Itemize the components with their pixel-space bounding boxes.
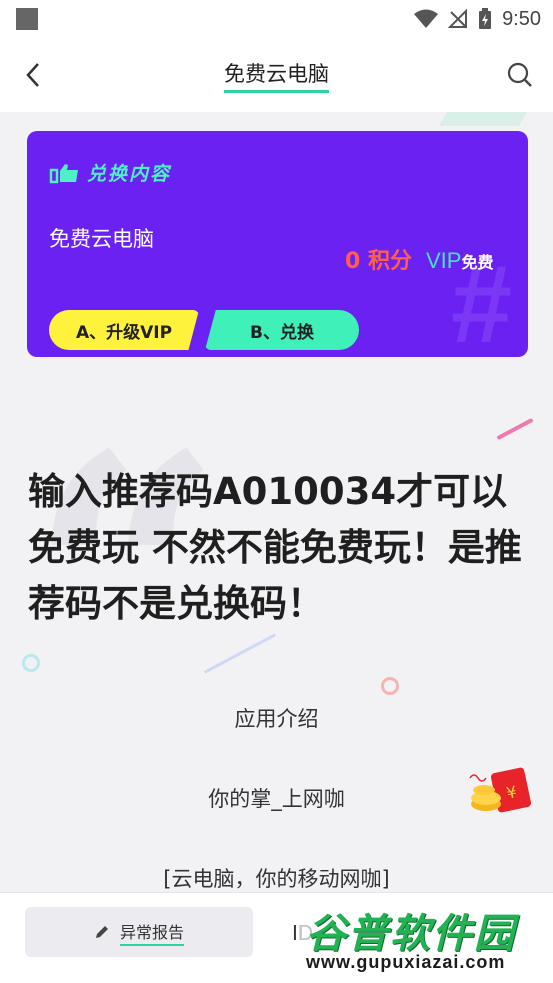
report-button[interactable]: 异常报告	[25, 907, 253, 957]
intro-title: 应用介绍	[234, 707, 319, 731]
card-points: 0 积分 VIP 免费	[345, 243, 493, 275]
watermark-url: www.gupuxiazai.com	[306, 952, 506, 972]
page-title: 免费云电脑	[0, 58, 553, 93]
square-indicator-icon	[16, 8, 38, 30]
main-content[interactable]: # 兑换内容 免费云电脑 0 积分 VIP 免费 A、升级VIP B、兑换 “ …	[0, 112, 553, 892]
red-envelope-icon: ¥	[469, 767, 532, 813]
watermark-brand: 谷普软件园	[306, 911, 516, 957]
decorative-stripe	[438, 112, 528, 126]
points-value: 0 积分	[345, 249, 412, 274]
wifi-icon	[414, 9, 439, 28]
status-icons: 9:50	[414, 6, 541, 32]
upgrade-vip-button[interactable]: A、升级VIP	[49, 310, 199, 350]
decorative-line-pink	[496, 417, 534, 441]
status-time: 9:50	[502, 7, 541, 30]
card-header: 兑换内容	[49, 159, 171, 186]
redeem-card: # 兑换内容 免费云电脑 0 积分 VIP 免费 A、升级VIP B、兑换	[27, 131, 528, 357]
decorative-circle-teal	[22, 654, 40, 672]
battery-charging-icon	[479, 8, 492, 29]
intro-line-2: [云电脑，你的移动网咖]	[163, 867, 390, 891]
status-bar: 9:50	[0, 0, 553, 38]
report-label: 异常报告	[119, 919, 184, 946]
vip-free-label: 免费	[461, 253, 494, 272]
redeem-button[interactable]: B、兑换	[205, 310, 359, 350]
card-app-name: 免费云电脑	[49, 227, 154, 251]
referral-notice: 输入推荐码A010034才可以免费玩 不然不能免费玩！是推荐码不是兑换码！	[28, 470, 522, 625]
search-icon	[507, 62, 532, 87]
site-watermark: 谷普软件园 www.gupuxiazai.com	[300, 893, 553, 983]
card-header-label: 兑换内容	[87, 163, 172, 185]
decorative-circle-pink	[381, 677, 399, 695]
app-bar: 免费云电脑	[0, 38, 553, 112]
pencil-icon	[95, 926, 108, 938]
page-title-text: 免费云电脑	[224, 58, 329, 93]
vip-label: VIP	[425, 248, 462, 273]
thumbs-up-icon	[49, 163, 78, 183]
no-signal-icon	[448, 9, 468, 28]
search-button[interactable]	[503, 58, 537, 92]
